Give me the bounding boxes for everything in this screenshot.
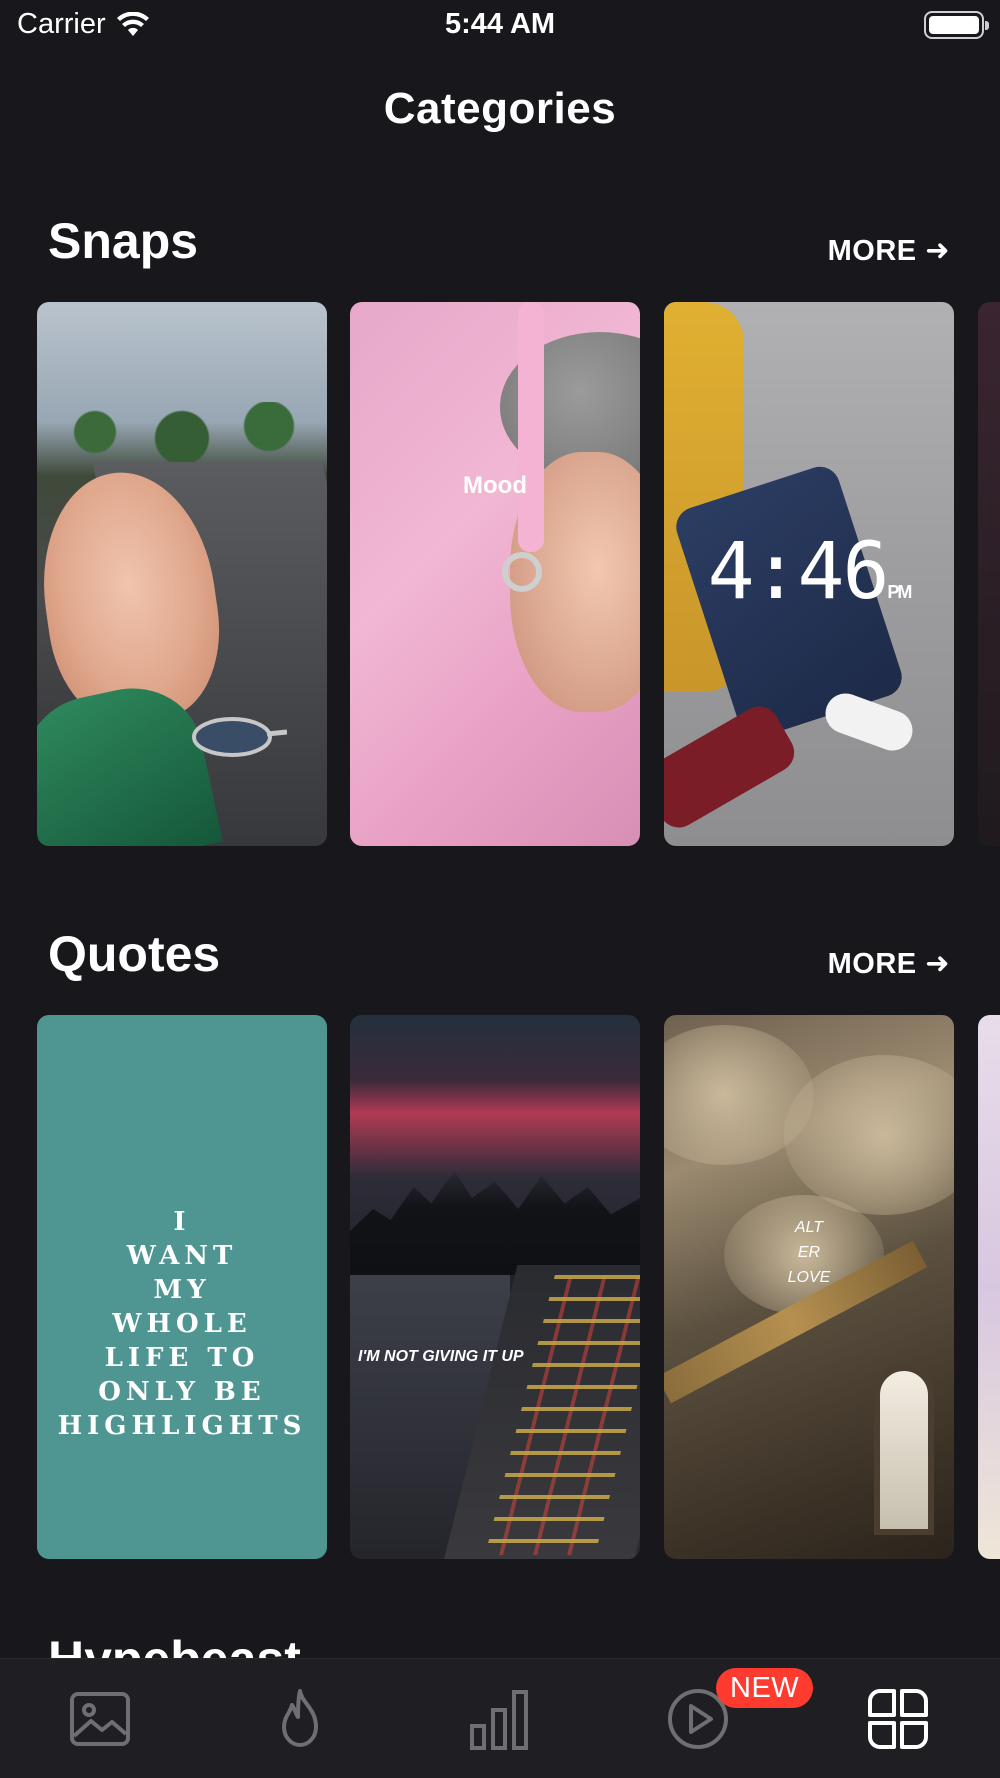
snaps-carousel[interactable]: Mood 4:46PM	[0, 302, 1000, 846]
quotes-more-button[interactable]: MORE ➜	[828, 946, 950, 981]
flame-icon	[282, 1689, 318, 1747]
quote-card[interactable]	[978, 1015, 1000, 1559]
snap-card-caption: Mood	[463, 472, 527, 499]
snap-card[interactable]: Mood	[350, 302, 640, 846]
section-title-quotes: Quotes	[48, 926, 221, 982]
card-art	[502, 552, 542, 592]
snap-card[interactable]	[37, 302, 327, 846]
quote-card-text: I'M NOT GIVING IT UP	[358, 1348, 524, 1365]
section-title-snaps: Snaps	[48, 213, 199, 269]
quote-card[interactable]: ALT ER LOVE	[664, 1015, 954, 1559]
quotes-carousel[interactable]: I WANT MY WHOLE LIFE TO ONLY BE HIGHLIGH…	[0, 1015, 1000, 1559]
mirror-icon	[192, 717, 287, 757]
card-art	[350, 1170, 640, 1275]
battery-tip	[985, 21, 989, 30]
snap-card-time: 4:46PM	[664, 527, 954, 617]
card-art	[518, 302, 544, 552]
battery-icon	[924, 11, 989, 39]
quote-card[interactable]: I WANT MY WHOLE LIFE TO ONLY BE HIGHLIGH…	[37, 1015, 327, 1559]
snap-card[interactable]: 4:46PM	[664, 302, 954, 846]
grid-icon	[868, 1689, 928, 1749]
tab-charts[interactable]	[460, 1679, 540, 1759]
status-bar: Carrier 5:44 AM	[0, 0, 1000, 52]
card-art	[874, 1365, 934, 1535]
section-title-hypebeast: Hypebeast	[48, 1630, 301, 1658]
page-title: Categories	[383, 84, 617, 133]
battery-fill	[929, 16, 979, 34]
quote-card-text: ALT ER LOVE	[787, 1219, 831, 1286]
bar-chart-icon	[470, 1690, 528, 1750]
image-icon	[70, 1692, 130, 1746]
tab-bar	[0, 1658, 1000, 1778]
snap-card[interactable]	[978, 302, 1000, 846]
status-time: 5:44 AM	[444, 8, 556, 40]
quote-card[interactable]: I'M NOT GIVING IT UP	[350, 1015, 640, 1559]
tab-wallpapers[interactable]	[60, 1679, 140, 1759]
tab-trending[interactable]	[260, 1679, 340, 1759]
new-badge: NEW	[716, 1668, 814, 1708]
tab-categories[interactable]	[858, 1679, 938, 1759]
snap-card-time-suffix: PM	[887, 582, 912, 602]
quote-card-text: I WANT MY WHOLE LIFE TO ONLY BE HIGHLIGH…	[57, 1207, 307, 1441]
snaps-more-button[interactable]: MORE ➜	[828, 233, 950, 268]
card-art	[37, 402, 327, 462]
snap-card-time-value: 4:46	[707, 527, 890, 617]
